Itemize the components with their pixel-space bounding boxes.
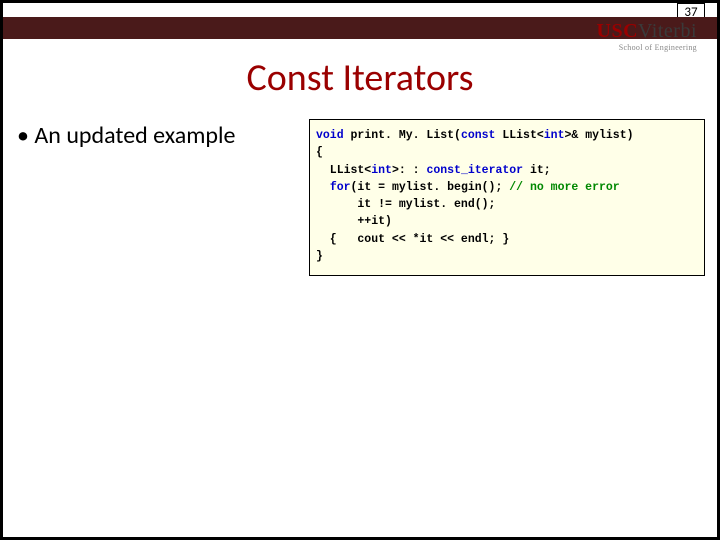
slide-title: Const Iterators [3,55,717,101]
code-kw: const [461,129,496,142]
bullet-point: An updated example [17,121,235,150]
logo-viterbi-text: Viterbi [638,20,697,42]
code-txt: LList< [495,129,543,142]
code-txt: >& mylist) [564,129,633,142]
code-txt: (it = mylist. begin(); [351,181,510,194]
code-txt: { [316,146,323,159]
usc-viterbi-logo: USCViterbi School of Engineering [597,21,697,52]
code-block: void print. My. List(const LList<int>& m… [309,119,705,276]
code-txt: it != mylist. end(); [316,198,495,211]
slide: 37 USCViterbi School of Engineering Cons… [3,3,717,537]
bullet-text: An updated example [34,121,235,150]
code-kw: int [544,129,565,142]
code-txt: >: : [392,164,427,177]
logo-main: USCViterbi [597,21,697,41]
code-kw: const_iterator [426,164,523,177]
code-txt: LList< [316,164,371,177]
code-kw: for [330,181,351,194]
code-txt: ++it) [316,215,392,228]
code-kw: int [371,164,392,177]
logo-usc-text: USC [597,20,639,42]
code-comment: // no more error [509,181,619,194]
code-txt: it; [523,164,551,177]
code-txt [316,181,330,194]
logo-sub-text: School of Engineering [597,44,697,52]
code-txt: } [316,250,323,263]
code-kw: void [316,129,344,142]
code-txt: print. My. List( [344,129,461,142]
code-txt: { cout << *it << endl; } [316,233,509,246]
